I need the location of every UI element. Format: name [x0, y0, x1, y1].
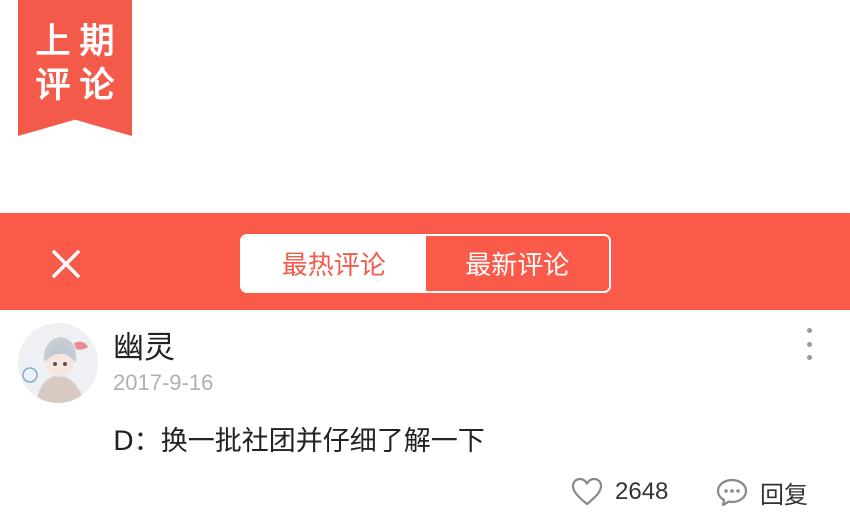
close-button[interactable] [48, 246, 84, 282]
close-icon [52, 250, 80, 278]
tab-latest-comments[interactable]: 最新评论 [425, 236, 609, 291]
heart-outline-icon [571, 477, 603, 506]
ribbon-line-2: 评论 [35, 66, 124, 106]
avatar[interactable] [18, 323, 98, 403]
comment-bubble-icon [716, 478, 748, 507]
like-count: 2648 [615, 478, 669, 505]
more-options-button[interactable] [796, 328, 822, 360]
comment-sort-segmented-control: 最热评论 最新评论 [240, 234, 611, 293]
like-button[interactable]: 2648 [571, 474, 668, 510]
comments-header-bar: 最热评论 最新评论 [0, 213, 850, 310]
more-vertical-icon-dot-3 [806, 355, 812, 360]
previous-issue-comments-ribbon: 上期 评论 [18, 0, 132, 136]
comment-date: 2017-9-16 [113, 370, 214, 395]
reply-button[interactable]: 回复 [716, 474, 808, 510]
more-vertical-icon-dot-2 [806, 341, 812, 347]
comment-text: D：换一批社团并仔细了解一下 [113, 426, 485, 457]
comment-username[interactable]: 幽灵 [113, 322, 175, 367]
tab-hottest-comments[interactable]: 最热评论 [242, 236, 426, 291]
avatar-illustration [18, 323, 98, 403]
ribbon-line-1: 上期 [35, 22, 124, 62]
more-vertical-icon-dot-1 [806, 328, 812, 333]
reply-label: 回复 [760, 480, 808, 509]
